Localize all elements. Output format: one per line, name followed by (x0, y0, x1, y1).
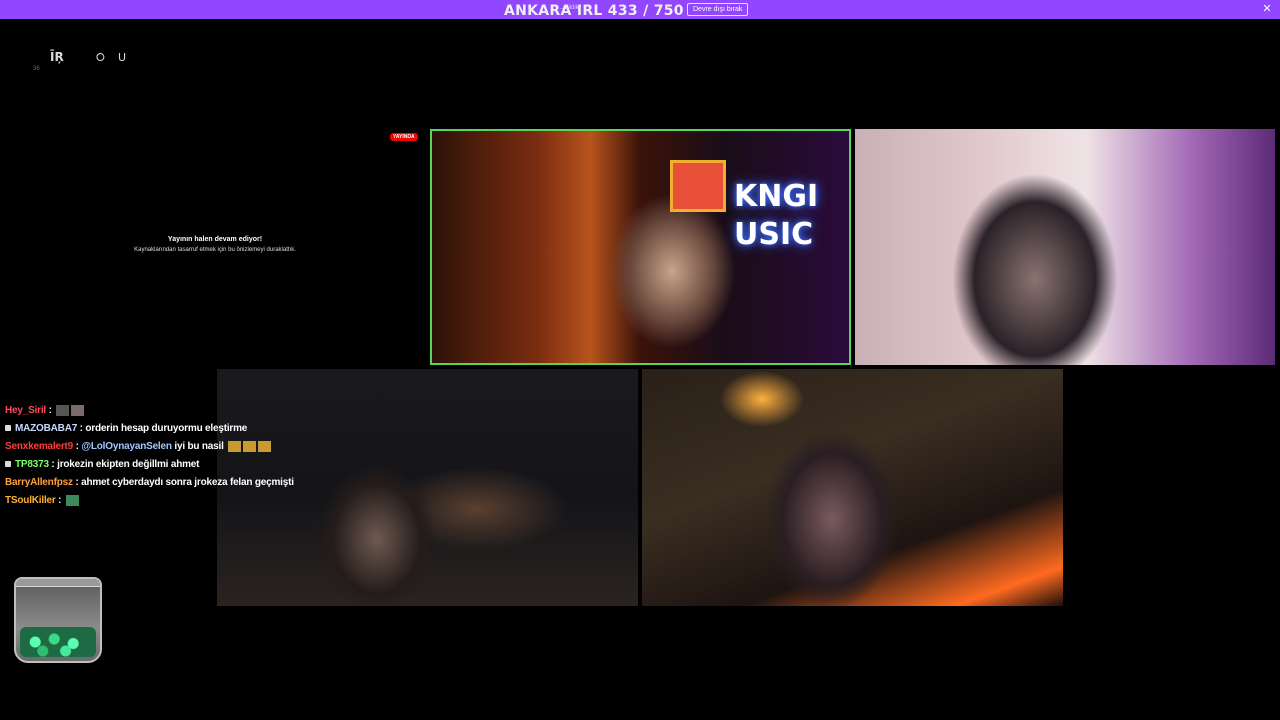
chat-text: orderin hesap duruyormu eleştirme (85, 423, 248, 434)
wall-poster (670, 160, 726, 212)
chat-username: BarryAllenfpsz (5, 477, 73, 488)
chat-username: Senxkemalert9 (5, 441, 74, 452)
chat-text: ahmet cyberdaydı sonra jrokeza felan geç… (81, 477, 294, 488)
top-banner: ...bildik. ANKARA IRL 433 / 750 Devre dı… (0, 0, 1280, 19)
overlay-u-icon: U (118, 51, 127, 64)
paused-notice: Yayının halen devam ediyor! Kaynaklarınd… (100, 236, 330, 253)
overlay-icons: ĪŖ ⭘ U 36 (30, 48, 140, 78)
chat-message: Senxkemalert9 : @LolOynayanSelen iyi bu … (5, 440, 335, 458)
video-tile-4[interactable] (642, 369, 1063, 606)
badge-icon (5, 461, 11, 468)
emote-icon (258, 440, 272, 452)
live-badge: YAYINDA (390, 133, 418, 141)
jar-widget (14, 577, 102, 663)
badge-icon (5, 425, 11, 432)
neon-sign-line2: USIC (734, 217, 814, 252)
chat-username: Hey_Siril (5, 405, 47, 416)
chat-message: BarryAllenfpsz : ahmet cyberdaydı sonra … (5, 477, 294, 488)
neon-sign-line1: KNGI (734, 179, 819, 214)
chat-message: TSoulKiller : (5, 494, 335, 512)
video-tile-2[interactable] (855, 129, 1275, 365)
chat-overlay: Hey_Siril : MAZOBABA7 : orderin hesap du… (5, 404, 335, 512)
overlay-counter: 36 (33, 66, 40, 72)
overlay-logo-icon: ĪŖ (50, 50, 64, 64)
emote-icon (65, 494, 79, 506)
jar-rim (16, 579, 100, 587)
chat-username: TP8373 (15, 459, 49, 470)
emote-icon (71, 404, 85, 416)
disable-button[interactable]: Devre dışı bırak (687, 3, 749, 16)
paused-title: Yayının halen devam ediyor! (167, 236, 263, 243)
chat-message: TP8373 : jrokezin ekipten değillmi ahmet (5, 458, 335, 476)
banner-title: ANKARA IRL 433 / 750 (504, 3, 684, 19)
emote-icon (243, 440, 257, 452)
video-tile-1[interactable]: KNGI USIC (430, 129, 851, 365)
chat-text: jrokezin ekipten değillmi ahmet (57, 459, 200, 470)
chat-username: MAZOBABA7 (15, 423, 78, 434)
chat-message: MAZOBABA7 : orderin hesap duruyormu eleş… (5, 422, 335, 440)
chat-message: Hey_Siril : (5, 404, 335, 422)
overlay-circle-icon: ⭘ (96, 51, 105, 64)
paused-subtitle: Kaynaklarından tasarruf etmek için bu ön… (134, 247, 296, 253)
emote-icon (56, 404, 70, 416)
emote-icon (228, 440, 242, 452)
close-icon[interactable]: ✕ (1260, 2, 1274, 16)
chat-mention: @LolOynayanSelen (81, 441, 172, 452)
chat-username: TSoulKiller (5, 495, 56, 506)
jar-contents (20, 627, 96, 657)
chat-text: iyi bu nasil (174, 441, 224, 452)
